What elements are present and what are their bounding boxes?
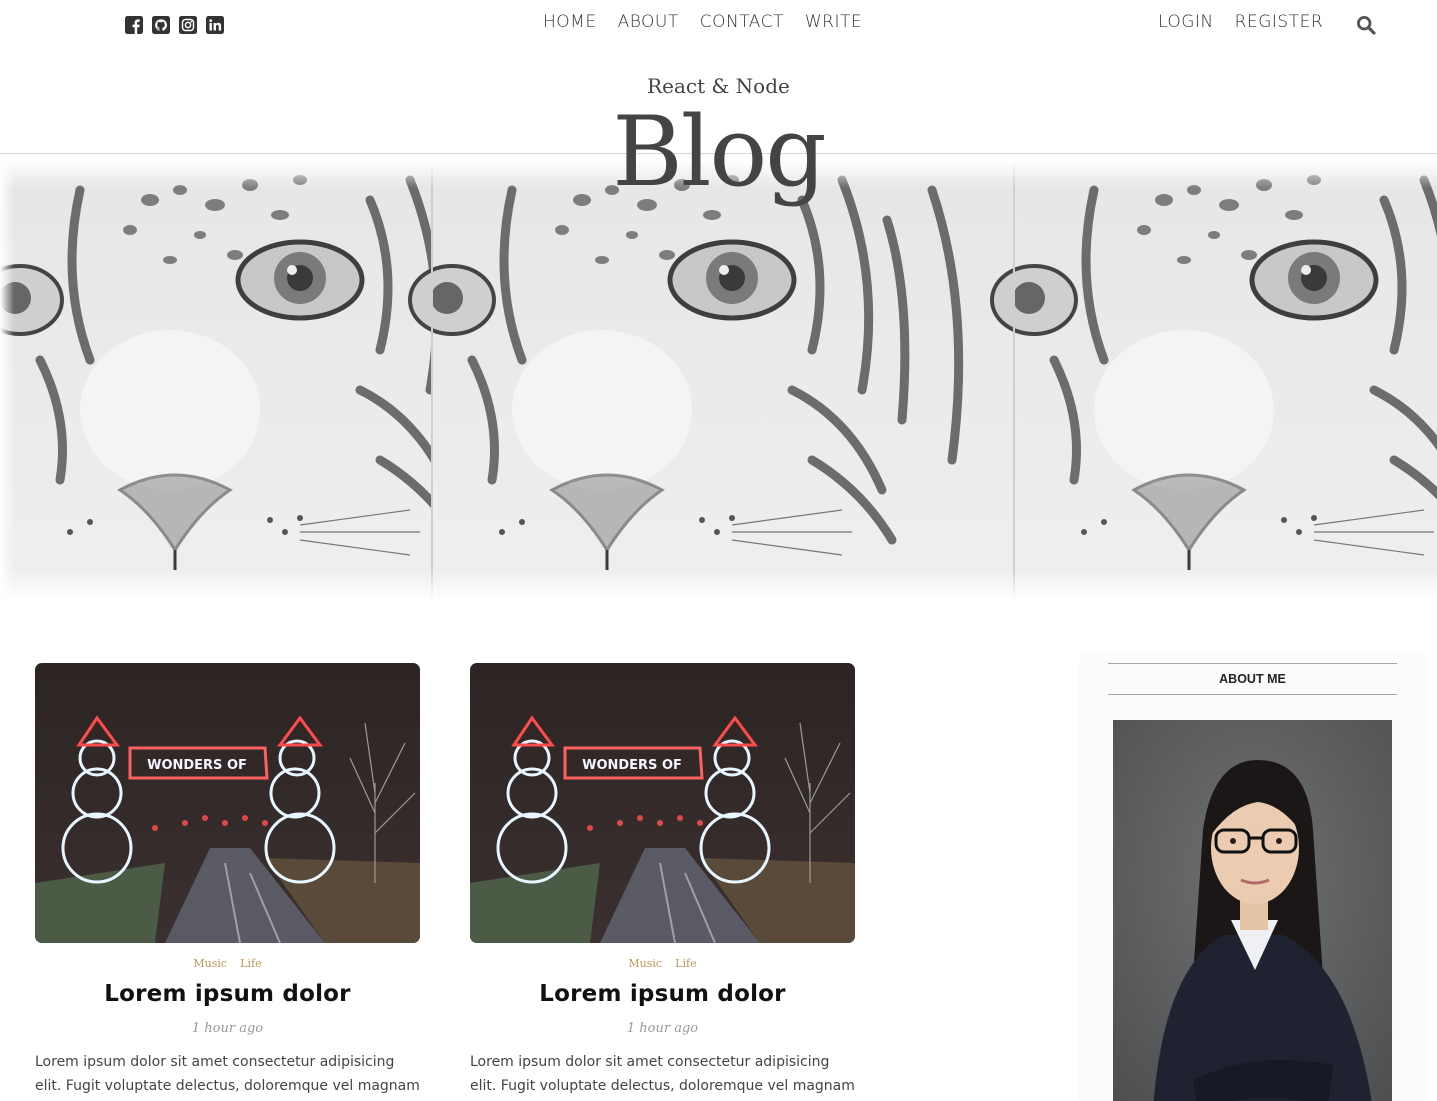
category-tag[interactable]: Music [628,957,662,970]
svg-text:WONDERS OF: WONDERS OF [582,758,682,773]
post-card: WONDERS OF Music Life Lorem ipsum dolor … [470,663,855,1101]
auth-links: LOGIN REGISTER [1158,12,1323,32]
facebook-icon[interactable] [125,16,143,34]
search-icon[interactable] [1356,15,1376,35]
category-tag[interactable]: Life [675,957,696,970]
post-title[interactable]: Lorem ipsum dolor [35,981,420,1007]
main-nav: HOME ABOUT CONTACT WRITE [543,12,862,32]
nav-home[interactable]: HOME [543,12,597,32]
header-image [0,160,1437,600]
post-image[interactable]: WONDERS OF [35,663,420,943]
instagram-icon[interactable] [179,16,197,34]
login-link[interactable]: LOGIN [1158,12,1214,32]
post-date: 1 hour ago [191,1021,264,1036]
nav-about[interactable]: ABOUT [618,12,679,32]
post-date: 1 hour ago [626,1021,699,1036]
category-tag[interactable]: Life [240,957,261,970]
sidebar: ABOUT ME [1078,653,1427,1101]
sidebar-title: ABOUT ME [1108,663,1397,695]
social-links [125,16,224,34]
hero-fade [0,570,1437,600]
post-description: Lorem ipsum dolor sit amet consectetur a… [470,1054,855,1094]
hero-fade [0,160,14,600]
nav-write[interactable]: WRITE [805,12,862,32]
post-image[interactable]: WONDERS OF [470,663,855,943]
register-link[interactable]: REGISTER [1235,12,1323,32]
top-bar: HOME ABOUT CONTACT WRITE LOGIN REGISTER [0,0,1437,50]
svg-text:WONDERS OF: WONDERS OF [147,758,247,773]
category-tag[interactable]: Music [193,957,227,970]
post-title[interactable]: Lorem ipsum dolor [470,981,855,1007]
github-icon[interactable] [152,16,170,34]
header-title: Blog [612,96,827,208]
header-subtitle: React & Node [647,74,790,98]
post-card: WONDERS OF Music Life Lorem ipsum dolor … [35,663,420,1101]
post-categories: Music Life [35,952,420,970]
post-description: Lorem ipsum dolor sit amet consectetur a… [35,1054,420,1094]
author-photo [1113,720,1392,1101]
linkedin-icon[interactable] [206,16,224,34]
nav-contact[interactable]: CONTACT [700,12,784,32]
post-categories: Music Life [470,952,855,970]
